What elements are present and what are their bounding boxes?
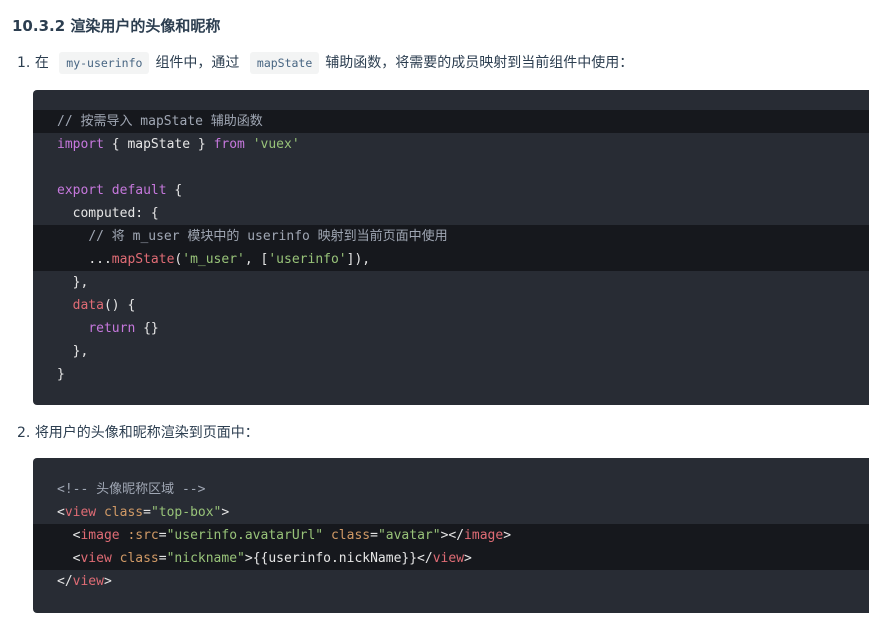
code-string: 'vuex' — [252, 137, 300, 152]
code-attribute: class — [330, 528, 371, 543]
code-punct: } — [57, 367, 65, 382]
section-heading: 10.3.2 渲染用户的头像和昵称 — [12, 17, 221, 35]
code-punct: {} — [135, 321, 159, 336]
code-tag: view — [64, 505, 97, 520]
step-1-text-before: 在 — [34, 55, 49, 71]
code-keyword: export — [57, 183, 104, 198]
code-line: <image :src="userinfo.avatarUrl" class="… — [33, 524, 869, 547]
code-line-empty — [33, 156, 869, 179]
step-1-instruction: 1. 在 my-userinfo 组件中，通过 mapState 辅助函数，将需要的… — [17, 51, 633, 75]
code-punct: { — [166, 183, 183, 198]
code-line: <!-- 头像昵称区域 --> — [33, 478, 869, 501]
step-1-text-after: 辅助函数，将需要的成员映射到当前组件中使用： — [325, 55, 634, 71]
code-punct: < — [57, 505, 65, 520]
code-punct: : { — [135, 206, 159, 221]
code-attribute: :src — [127, 528, 159, 543]
code-function: data — [72, 298, 104, 313]
code-line: ...mapState('m_user', ['userinfo']), — [33, 248, 869, 271]
code-punct: </ — [57, 574, 73, 589]
code-line: }, — [33, 271, 869, 294]
code-punct: > — [103, 574, 112, 589]
code-string: "nickname" — [166, 551, 245, 566]
code-keyword: from — [213, 137, 245, 152]
code-line: <view class="nickname">{{userinfo.nickNa… — [33, 547, 869, 570]
code-tag: view — [80, 551, 112, 566]
code-tag: view — [72, 574, 104, 589]
code-keyword: default — [111, 183, 167, 198]
code-comment: // 将 m_user 模块中的 userinfo 映射到当前页面中使用 — [88, 229, 448, 244]
code-string: 'userinfo' — [268, 252, 347, 267]
code-punct: }, — [57, 275, 89, 290]
code-identifier: mapState — [127, 137, 191, 152]
code-punct: >{{userinfo.nickName}}</ — [244, 551, 433, 566]
code-identifier: computed — [72, 206, 136, 221]
code-line: // 将 m_user 模块中的 userinfo 映射到当前页面中使用 — [33, 225, 869, 248]
code-punct: , [ — [244, 252, 269, 267]
code-punct: = — [143, 505, 151, 520]
code-line: data() { — [33, 294, 869, 317]
code-comment: <!-- 头像昵称区域 --> — [57, 482, 206, 497]
code-string: "avatar" — [377, 528, 441, 543]
code-block-template: <!-- 头像昵称区域 --> <view class="top-box"> <… — [33, 458, 869, 613]
code-line: export default { — [33, 179, 869, 202]
code-string: "userinfo.avatarUrl" — [166, 528, 324, 543]
code-tag: image — [80, 528, 120, 543]
code-punct: > — [464, 551, 472, 566]
inline-code-mapstate: mapState — [249, 52, 320, 74]
code-punct: > — [221, 505, 230, 520]
code-keyword: import — [57, 137, 104, 152]
code-function: mapState — [111, 252, 175, 267]
code-attribute: class — [103, 505, 144, 520]
code-punct: = — [370, 528, 378, 543]
step-1-number: 1. — [17, 55, 31, 71]
code-tag: image — [464, 528, 504, 543]
code-line: <view class="top-box"> — [33, 501, 869, 524]
code-punct: > — [503, 528, 512, 543]
step-1-text-middle: 组件中，通过 — [155, 55, 240, 71]
step-2-instruction: 2. 将用户的头像和昵称渲染到页面中： — [17, 421, 259, 445]
code-punct: { — [103, 137, 128, 152]
step-2-number: 2. — [17, 425, 31, 441]
code-punct: ></ — [440, 528, 465, 543]
code-line: computed: { — [33, 202, 869, 225]
code-punct: } — [190, 137, 214, 152]
code-comment: // 按需导入 mapState 辅助函数 — [57, 114, 263, 129]
code-spread: ... — [88, 252, 112, 267]
code-line: } — [33, 363, 869, 386]
code-line: }, — [33, 340, 869, 363]
code-line: return {} — [33, 317, 869, 340]
code-line: import { mapState } from 'vuex' — [33, 133, 869, 156]
code-keyword: return — [88, 321, 136, 336]
code-string: "top-box" — [150, 505, 222, 520]
code-tag: view — [432, 551, 465, 566]
code-block-mapstate: // 按需导入 mapState 辅助函数 import { mapState … — [33, 90, 869, 405]
code-line: // 按需导入 mapState 辅助函数 — [33, 110, 869, 133]
inline-code-my-userinfo: my-userinfo — [59, 52, 150, 74]
step-2-text: 将用户的头像和昵称渲染到页面中： — [34, 425, 259, 441]
code-punct: }, — [57, 344, 89, 359]
code-punct: = — [158, 528, 167, 543]
code-line: </view> — [33, 570, 869, 593]
code-punct: ]), — [346, 252, 371, 267]
code-punct: = — [158, 551, 167, 566]
code-punct: () { — [103, 298, 136, 313]
code-string: 'm_user' — [182, 252, 245, 267]
code-attribute: class — [119, 551, 159, 566]
